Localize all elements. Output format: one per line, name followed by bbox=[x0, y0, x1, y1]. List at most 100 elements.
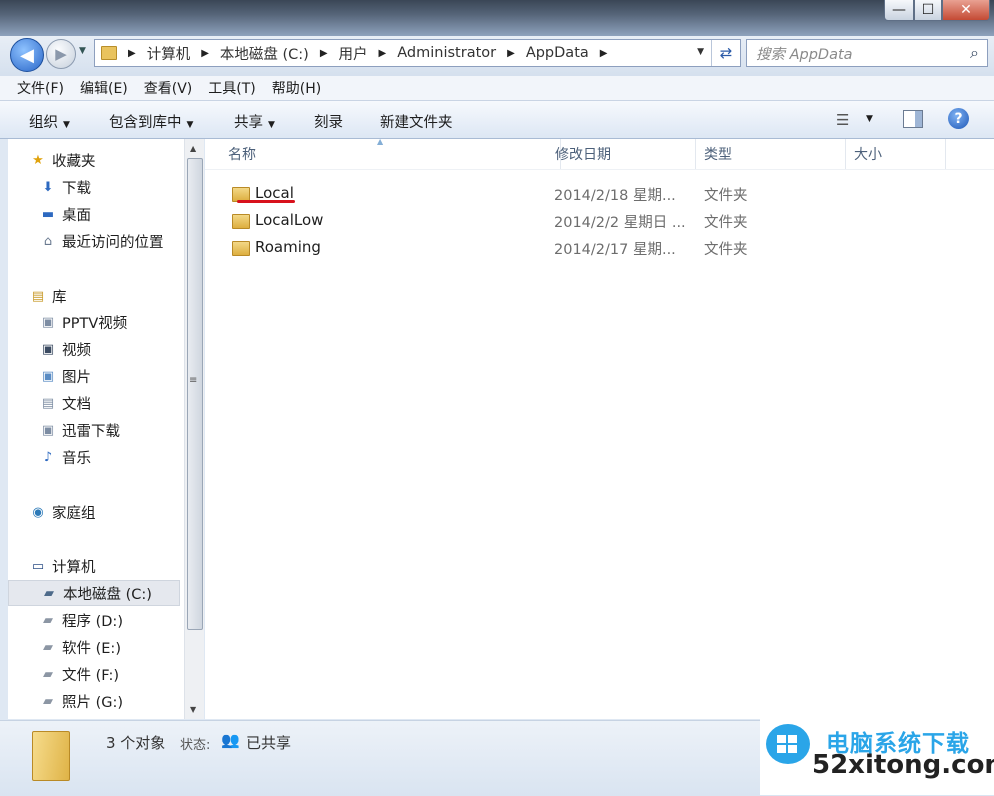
highlight-underline bbox=[237, 200, 295, 203]
forward-arrow-icon: ▶ bbox=[55, 45, 67, 63]
scroll-down-icon[interactable]: ▼ bbox=[190, 705, 196, 714]
menu-edit[interactable]: 编辑(E) bbox=[80, 78, 128, 98]
computer-icon: ▭ bbox=[31, 558, 45, 574]
refresh-button[interactable]: ⇄ bbox=[711, 40, 740, 66]
table-row[interactable]: Roaming 2014/2/17 星期... 文件夹 bbox=[205, 234, 994, 260]
watermark-domain: 52xitong.com bbox=[812, 750, 994, 780]
breadcrumb-local-disk-c[interactable]: 本地磁盘 (C:) bbox=[220, 43, 309, 64]
sidebar-item-drive-g[interactable]: ▰ 照片 (G:) bbox=[40, 688, 123, 714]
back-arrow-icon: ◀ bbox=[20, 44, 34, 66]
title-bar: — ☐ ✕ bbox=[0, 0, 994, 36]
breadcrumb-separator-icon[interactable]: ▶ bbox=[507, 48, 515, 59]
navigation-bar: ◀ ▶ ▼ ▶ 计算机 ▶ 本地磁盘 (C:) ▶ 用户 ▶ Administr… bbox=[0, 36, 994, 76]
sidebar-item-pictures[interactable]: ▣ 图片 bbox=[40, 363, 91, 389]
share-button[interactable]: 共享 ▼ bbox=[234, 111, 275, 132]
preview-pane-icon[interactable] bbox=[903, 110, 923, 128]
library-folder-icon: ▣ bbox=[41, 422, 55, 438]
scrollbar-thumb[interactable] bbox=[187, 158, 203, 630]
hard-drive-icon: ▰ bbox=[43, 666, 53, 682]
command-toolbar: 组织 ▼ 包含到库中 ▼ 共享 ▼ 刻录 新建文件夹 ☰ ▼ ? bbox=[0, 101, 994, 139]
breadcrumb-separator-icon[interactable]: ▶ bbox=[201, 48, 209, 59]
organize-button[interactable]: 组织 ▼ bbox=[29, 111, 70, 132]
desktop-icon: ▬ bbox=[41, 206, 55, 222]
item-count: 3 个对象 bbox=[106, 734, 166, 752]
breadcrumb-separator-icon[interactable]: ▶ bbox=[600, 48, 608, 59]
forward-button[interactable]: ▶ bbox=[46, 39, 76, 69]
sidebar-item-recent-places[interactable]: ⌂ 最近访问的位置 bbox=[40, 228, 164, 254]
breadcrumb-users[interactable]: 用户 bbox=[339, 43, 368, 64]
sidebar-item-drive-e[interactable]: ▰ 软件 (E:) bbox=[40, 634, 121, 660]
include-library-label: 包含到库中 bbox=[109, 115, 182, 131]
menu-view[interactable]: 查看(V) bbox=[144, 78, 193, 98]
chevron-down-icon: ▼ bbox=[186, 120, 194, 130]
hard-drive-icon: ▰ bbox=[43, 639, 53, 655]
help-icon[interactable]: ? bbox=[948, 108, 969, 129]
sidebar-item-computer[interactable]: ▭ 计算机 bbox=[30, 553, 96, 579]
hard-drive-icon: ▰ bbox=[43, 612, 53, 628]
minimize-button[interactable]: — bbox=[884, 0, 914, 21]
menu-file[interactable]: 文件(F) bbox=[17, 78, 64, 98]
sidebar-item-libraries[interactable]: ▤ 库 bbox=[30, 283, 67, 309]
breadcrumb-separator-icon[interactable]: ▶ bbox=[379, 48, 387, 59]
search-box[interactable]: 搜索 AppData ⌕ bbox=[746, 39, 988, 67]
sidebar-item-favorites[interactable]: ★ 收藏夹 bbox=[30, 147, 96, 173]
video-library-icon: ▣ bbox=[41, 341, 55, 357]
sidebar-item-music[interactable]: ♪ 音乐 bbox=[40, 444, 91, 470]
sidebar-item-homegroup[interactable]: ◉ 家庭组 bbox=[30, 499, 95, 525]
search-input[interactable]: 搜索 AppData bbox=[756, 43, 853, 64]
sidebar-item-local-disk-c[interactable]: ▰ 本地磁盘 (C:) bbox=[8, 580, 180, 606]
column-header-type[interactable]: 类型 bbox=[695, 139, 846, 169]
scroll-up-icon[interactable]: ▲ bbox=[190, 144, 196, 153]
sidebar-label: 收藏夹 bbox=[52, 153, 96, 170]
breadcrumb-computer[interactable]: 计算机 bbox=[147, 43, 191, 64]
column-header-date[interactable]: 修改日期 bbox=[546, 139, 696, 169]
sidebar-label: 桌面 bbox=[62, 207, 91, 224]
menu-tools[interactable]: 工具(T) bbox=[208, 78, 255, 98]
sidebar-scrollbar[interactable]: ▲ ≡ ▼ bbox=[184, 139, 204, 719]
breadcrumb-separator-icon[interactable]: ▶ bbox=[320, 48, 328, 59]
maximize-button[interactable]: ☐ bbox=[914, 0, 942, 21]
recent-pages-dropdown[interactable]: ▼ bbox=[79, 46, 86, 56]
sidebar-item-thunder-downloads[interactable]: ▣ 迅雷下载 bbox=[40, 417, 120, 443]
downloads-folder-icon: ⬇ bbox=[42, 179, 54, 195]
view-options-dropdown-icon[interactable]: ▼ bbox=[866, 114, 873, 124]
new-folder-button[interactable]: 新建文件夹 bbox=[380, 111, 453, 132]
file-name[interactable]: Roaming bbox=[255, 238, 321, 256]
pictures-library-icon: ▣ bbox=[41, 368, 55, 384]
sidebar-item-pptv-videos[interactable]: ▣ PPTV视频 bbox=[40, 309, 127, 335]
file-name[interactable]: LocalLow bbox=[255, 211, 323, 229]
file-date: 2014/2/2 星期日 ... bbox=[554, 215, 686, 231]
sidebar-item-downloads[interactable]: ⬇ 下载 bbox=[40, 174, 91, 200]
folder-icon bbox=[232, 241, 250, 256]
system-drive-icon: ▰ bbox=[44, 585, 54, 601]
menu-help[interactable]: 帮助(H) bbox=[272, 78, 321, 98]
view-options-icon[interactable]: ☰ bbox=[836, 111, 849, 129]
file-date: 2014/2/18 星期... bbox=[554, 188, 676, 204]
column-headers: ▲ 名称 修改日期 类型 大小 bbox=[205, 137, 994, 170]
file-type: 文件夹 bbox=[704, 242, 748, 258]
include-in-library-button[interactable]: 包含到库中 ▼ bbox=[109, 111, 193, 132]
table-row[interactable]: Local 2014/2/18 星期... 文件夹 bbox=[205, 180, 994, 206]
breadcrumb-appdata[interactable]: AppData bbox=[526, 45, 589, 61]
sidebar-item-desktop[interactable]: ▬ 桌面 bbox=[40, 201, 91, 227]
column-header-name[interactable]: 名称 bbox=[219, 139, 561, 169]
windows-logo-icon bbox=[777, 735, 797, 753]
music-note-icon: ♪ bbox=[43, 449, 53, 465]
sidebar-item-drive-f[interactable]: ▰ 文件 (F:) bbox=[40, 661, 119, 687]
breadcrumb-administrator[interactable]: Administrator bbox=[397, 45, 496, 61]
table-row[interactable]: LocalLow 2014/2/2 星期日 ... 文件夹 bbox=[205, 207, 994, 233]
sidebar-item-drive-d[interactable]: ▰ 程序 (D:) bbox=[40, 607, 123, 633]
sidebar-item-videos[interactable]: ▣ 视频 bbox=[40, 336, 91, 362]
state-value: 已共享 bbox=[246, 734, 292, 752]
breadcrumb-separator-icon[interactable]: ▶ bbox=[128, 48, 136, 59]
address-bar[interactable]: ▶ 计算机 ▶ 本地磁盘 (C:) ▶ 用户 ▶ Administrator ▶… bbox=[94, 39, 741, 67]
homegroup-icon: ◉ bbox=[32, 504, 44, 520]
burn-button[interactable]: 刻录 bbox=[314, 111, 343, 132]
close-button[interactable]: ✕ bbox=[942, 0, 990, 21]
sidebar-item-documents[interactable]: ▤ 文档 bbox=[40, 390, 91, 416]
back-button[interactable]: ◀ bbox=[10, 38, 44, 72]
search-icon[interactable]: ⌕ bbox=[970, 43, 979, 63]
column-header-size[interactable]: 大小 bbox=[845, 139, 946, 169]
address-history-dropdown-icon[interactable]: ▼ bbox=[697, 47, 704, 57]
sidebar-label: 音乐 bbox=[62, 450, 91, 467]
